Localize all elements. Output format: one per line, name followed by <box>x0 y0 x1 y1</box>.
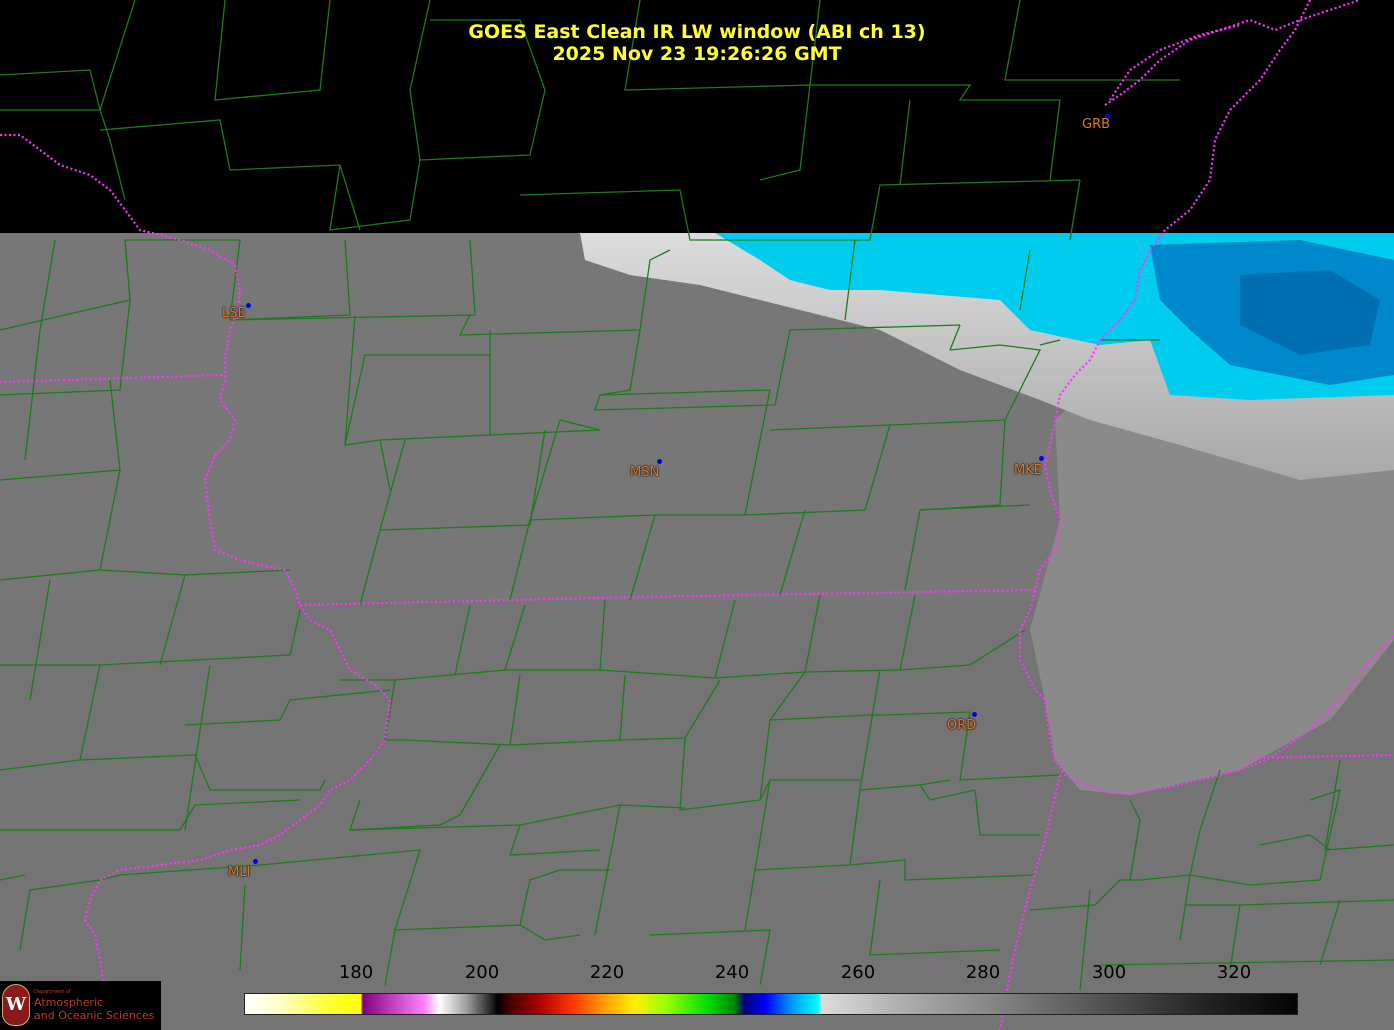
logo-dept-text: Department of <box>34 989 71 995</box>
satellite-map <box>0 0 1394 1030</box>
uw-seal-icon: W <box>2 984 30 1026</box>
colorbar-tick: 300 <box>1091 962 1127 983</box>
product-title: GOES East Clean IR LW window (ABI ch 13) <box>468 21 926 43</box>
colorbar-tick: 200 <box>464 962 500 983</box>
colorbar-tick: 260 <box>840 962 876 983</box>
colorbar-tick: 280 <box>965 962 1001 983</box>
city-dot-mli <box>253 859 258 864</box>
city-label-mli: MLI <box>228 865 251 880</box>
logo-line-atmospheric: Atmospheric <box>34 996 104 1009</box>
logo-line-oceanic: and Oceanic Sciences <box>34 1009 155 1022</box>
city-label-mke: MKE <box>1014 463 1042 478</box>
city-label-grb: GRB <box>1082 117 1111 132</box>
city-label-lse: LSE <box>222 306 246 321</box>
city-label-ord: ORD <box>947 718 977 733</box>
city-dot-lse <box>246 303 251 308</box>
city-label-msn: MSN <box>630 465 660 480</box>
city-dot-mke <box>1039 456 1044 461</box>
city-dot-msn <box>657 459 662 464</box>
aos-logo: W Department of Atmospheric and Oceanic … <box>0 981 161 1030</box>
colorbar-tick: 320 <box>1216 962 1252 983</box>
colorbar-tick: 180 <box>338 962 374 983</box>
temperature-colorbar <box>244 993 1298 1015</box>
city-dot-ord <box>972 712 977 717</box>
colorbar-tick: 240 <box>714 962 750 983</box>
colorbar-tick: 220 <box>589 962 625 983</box>
timestamp: 2025 Nov 23 19:26:26 GMT <box>552 43 842 65</box>
